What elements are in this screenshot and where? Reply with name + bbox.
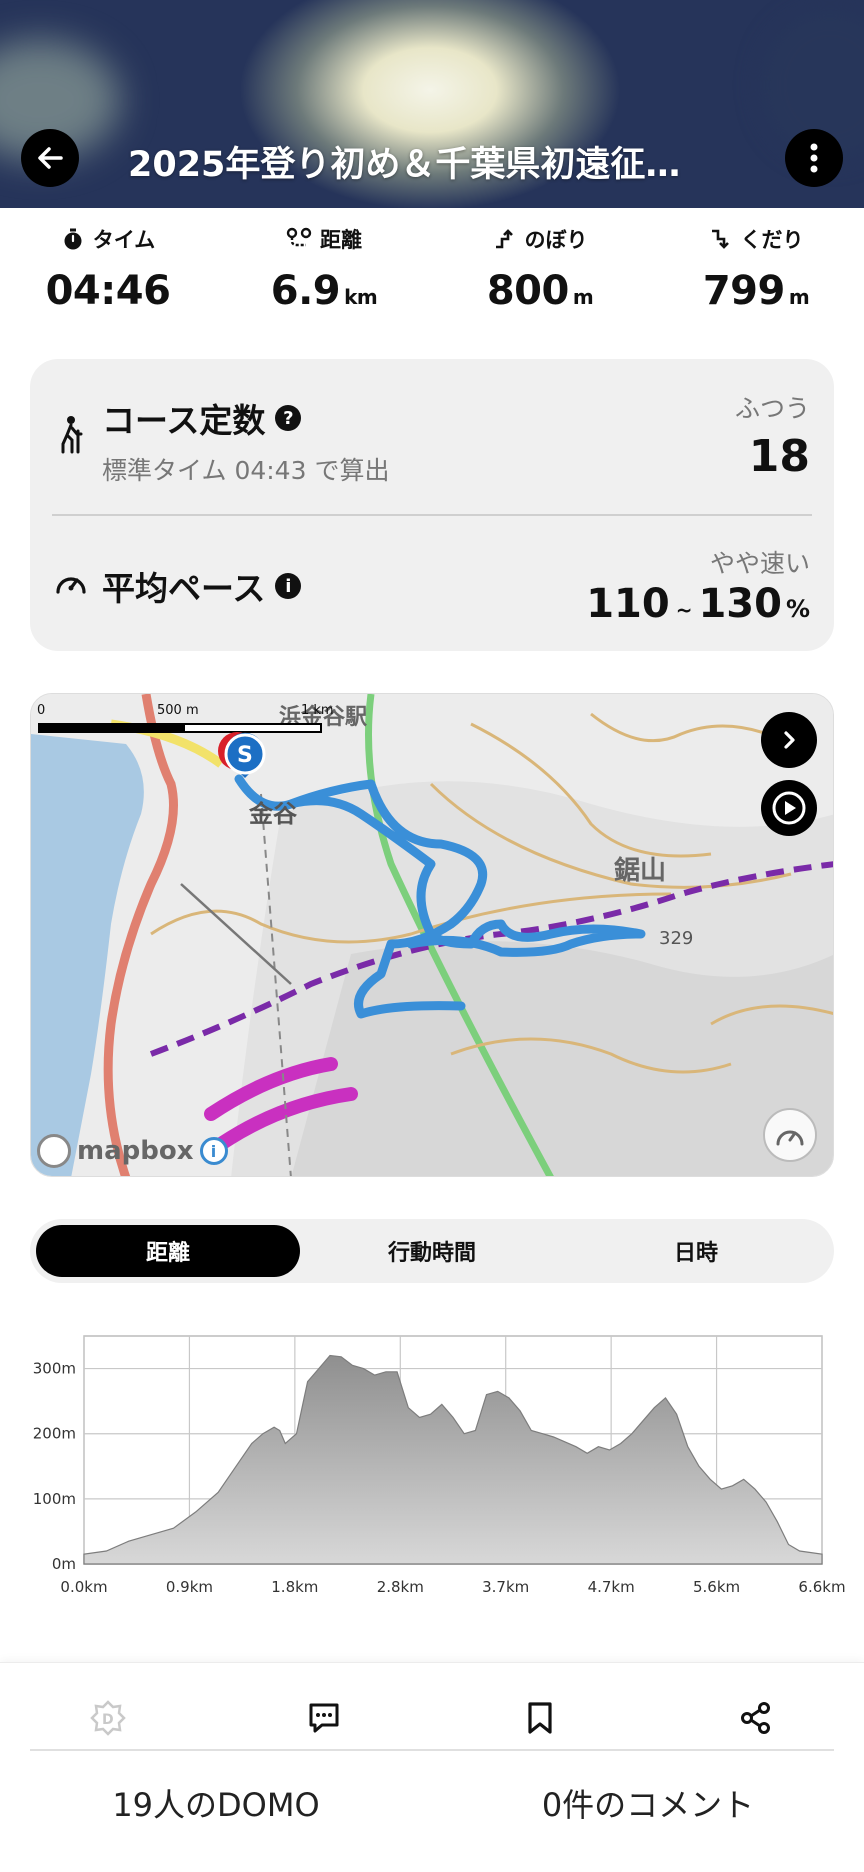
page-title: 2025年登り初め＆千葉県初遠征… (128, 145, 681, 185)
comment-button[interactable] (216, 1683, 432, 1753)
x-tick-label: 0.0km (60, 1578, 107, 1596)
course-constant-label: コース定数 (102, 401, 266, 440)
stat-unit: m (572, 285, 594, 309)
stat-value: 6.9 (270, 268, 341, 314)
ascent-icon (495, 229, 513, 249)
pace-high: 130 (698, 581, 782, 627)
average-pace-title: 平均ペース i (102, 562, 302, 610)
stopwatch-icon (64, 228, 82, 250)
hiker-icon (61, 416, 83, 454)
more-options-button[interactable] (785, 129, 843, 187)
svg-text:D: D (102, 1712, 114, 1728)
x-tick-label: 6.6km (798, 1578, 845, 1596)
descent-icon (711, 229, 729, 249)
bookmark-button[interactable] (432, 1683, 648, 1753)
help-icon[interactable]: ? (275, 405, 302, 431)
stat-descent: くだり 799 m (648, 224, 864, 334)
tab-distance[interactable]: 距離 (36, 1225, 300, 1277)
course-constant-subtitle: 標準タイム 04:43 で算出 (102, 456, 390, 485)
mapbox-logo-icon (37, 1134, 71, 1168)
bottom-action-bar: D 19人のDOMO 0件のコメント (0, 1662, 864, 1872)
pace-value: 110 ~130% (586, 581, 810, 627)
elevation-area (83, 1354, 823, 1565)
map-label-kanaya: 金谷 (248, 800, 298, 828)
speedometer-icon (56, 577, 86, 594)
back-button[interactable] (21, 129, 79, 187)
map-label-peak-elevation: 329 (659, 928, 693, 949)
x-tick-label: 4.7km (588, 1578, 635, 1596)
stat-time: タイム 04:46 (0, 224, 216, 334)
x-tick-label: 1.8km (271, 1578, 318, 1596)
course-constant-title: コース定数 ? (102, 394, 302, 442)
mapbox-logo-text: mapbox (77, 1136, 194, 1166)
pace-tilde: ~ (675, 598, 693, 622)
course-pace-card: コース定数 ? 標準タイム 04:43 で算出 ふつう 18 平均ペース i や… (30, 359, 834, 651)
mapbox-logo: mapbox i (37, 1134, 228, 1168)
average-pace-label: 平均ペース (102, 569, 266, 608)
stat-ascent: のぼり 800 m (432, 224, 648, 334)
pace-level: やや速い (709, 549, 810, 578)
course-constant-value: 18 (748, 431, 810, 482)
start-marker-label: S (237, 743, 253, 768)
stat-label: 距離 (320, 228, 362, 252)
x-tick-label: 2.8km (377, 1578, 424, 1596)
y-tick-label: 0m (52, 1555, 76, 1573)
y-tick-label: 100m (33, 1490, 76, 1508)
map-label-mountain: 鋸山 (614, 855, 666, 886)
divider (30, 1749, 834, 1751)
comment-icon (309, 1703, 339, 1733)
action-row: D (0, 1683, 864, 1753)
map-pace-toggle[interactable] (763, 1108, 817, 1162)
stat-label: くだり (740, 228, 804, 252)
map-next-button[interactable] (761, 712, 817, 768)
course-level: ふつう (734, 394, 810, 423)
bookmark-icon (528, 1702, 552, 1734)
map-canvas: 金谷 浜金谷駅 鋸山 329 0 500 m 1 km S (31, 694, 833, 1176)
domo-button[interactable]: D (0, 1683, 216, 1753)
divider (52, 514, 812, 516)
stat-value: 800 (486, 268, 570, 314)
stat-value: 799 (702, 268, 786, 314)
pace-low: 110 (586, 581, 670, 627)
share-icon (741, 1702, 770, 1734)
y-tick-label: 200m (33, 1425, 76, 1443)
reaction-counts: 19人のDOMO 0件のコメント (0, 1763, 864, 1843)
domo-icon: D (90, 1700, 126, 1736)
domo-count-link[interactable]: 19人のDOMO (0, 1763, 432, 1843)
info-icon[interactable]: i (275, 573, 302, 599)
comment-count-link[interactable]: 0件のコメント (432, 1763, 864, 1843)
x-tick-label: 0.9km (166, 1578, 213, 1596)
y-tick-label: 300m (33, 1360, 76, 1378)
stat-unit: km (344, 285, 378, 309)
stat-label: タイム (92, 228, 156, 252)
more-vertical-icon (810, 143, 818, 173)
share-button[interactable] (648, 1683, 864, 1753)
map-attribution-info-icon[interactable]: i (199, 1137, 228, 1165)
stat-label: のぼり (524, 228, 588, 252)
elevation-chart: 0.0km 0.9km 1.8km 2.8km 3.7km 4.7km 5.6km 6.6km… (33, 1335, 846, 1596)
scale-label-zero: 0 (37, 703, 45, 718)
speedometer-icon (776, 1130, 804, 1146)
scale-label-mid: 500 m (157, 703, 199, 718)
map-play-button[interactable] (761, 780, 817, 836)
route-map[interactable]: 金谷 浜金谷駅 鋸山 329 0 500 m 1 km S mapbox i (30, 693, 834, 1177)
route-icon (286, 227, 312, 247)
stat-value: 04:46 (45, 268, 171, 314)
scale-label-end: 1 km (301, 703, 334, 718)
play-circle-icon (772, 791, 806, 825)
header-cover: 2025年登り初め＆千葉県初遠征… (0, 0, 864, 208)
pace-unit: % (785, 595, 810, 623)
stat-distance: 距離 6.9 km (216, 224, 432, 334)
x-tick-label: 3.7km (482, 1578, 529, 1596)
tab-active-time[interactable]: 行動時間 (300, 1225, 564, 1277)
activity-stats: タイム 04:46 距離 6.9 km のぼり 800 m くだり 799 m (0, 224, 864, 334)
chart-axis-tabs: 距離 行動時間 日時 (30, 1219, 834, 1283)
stat-unit: m (788, 285, 810, 309)
arrow-left-icon (38, 147, 63, 169)
x-tick-label: 5.6km (693, 1578, 740, 1596)
tab-datetime[interactable]: 日時 (564, 1225, 828, 1277)
chevron-right-icon (784, 731, 795, 749)
